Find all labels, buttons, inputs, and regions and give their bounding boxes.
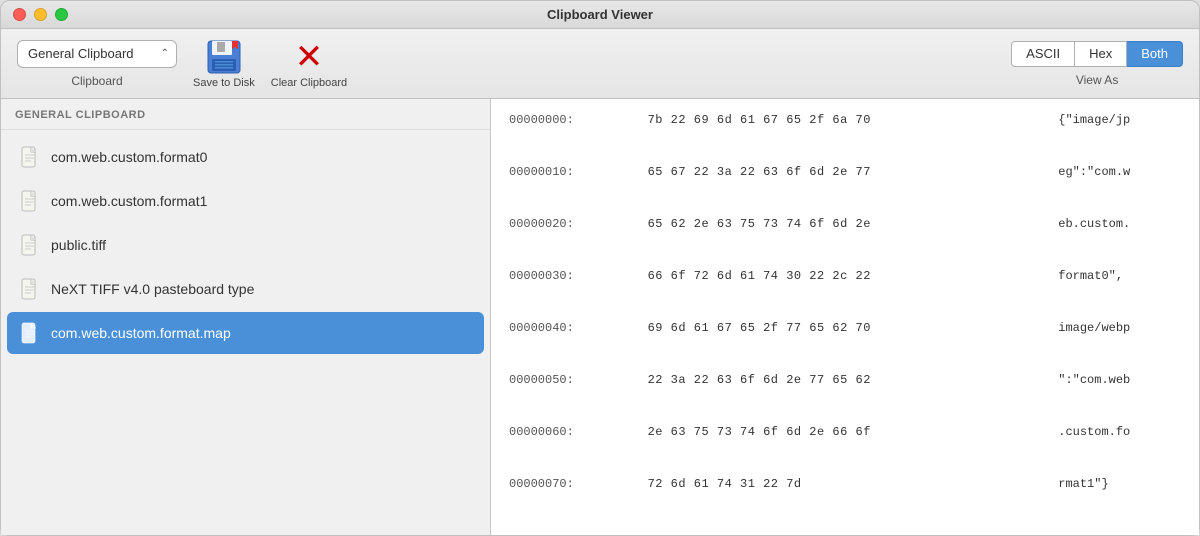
- hex-bytes: 66 6f 72 6d 61 74 30 22 2c 22: [644, 265, 1055, 317]
- file-icon: [21, 146, 39, 168]
- hex-address: 00000030:: [505, 265, 644, 317]
- close-button[interactable]: [13, 8, 26, 21]
- file-icon: [21, 234, 39, 256]
- hex-address: 00000000:: [505, 109, 644, 161]
- sidebar-item-label: NeXT TIFF v4.0 pasteboard type: [51, 281, 254, 297]
- floppy-disk-icon: [206, 39, 242, 75]
- sidebar-item-label: com.web.custom.format0: [51, 149, 207, 165]
- hex-ascii-text: {"image/jp: [1054, 109, 1185, 161]
- hex-ascii-text: ":"com.web: [1054, 369, 1185, 421]
- file-icon: [21, 322, 39, 344]
- hex-bytes: 69 6d 61 67 65 2f 77 65 62 70: [644, 317, 1055, 369]
- main-window: Clipboard Viewer General Clipboard Find …: [0, 0, 1200, 536]
- save-to-disk-label: Save to Disk: [193, 77, 255, 89]
- both-view-button[interactable]: Both: [1127, 41, 1183, 67]
- sidebar: GENERAL CLIPBOARD com.web.custom.format0…: [1, 99, 491, 535]
- minimize-button[interactable]: [34, 8, 47, 21]
- hex-row: 00000070:72 6d 61 74 31 22 7drmat1"}: [505, 473, 1185, 525]
- hex-bytes: 72 6d 61 74 31 22 7d: [644, 473, 1055, 525]
- view-as-label: View As: [1076, 73, 1118, 87]
- hex-bytes: 2e 63 75 73 74 6f 6d 2e 66 6f: [644, 421, 1055, 473]
- hex-ascii-text: .custom.fo: [1054, 421, 1185, 473]
- hex-address: 00000050:: [505, 369, 644, 421]
- clipboard-selector-group: General Clipboard Find Clipboard ⌃ Clipb…: [17, 40, 177, 88]
- sidebar-item-label: com.web.custom.format.map: [51, 325, 231, 341]
- view-as-buttons: ASCII Hex Both: [1011, 41, 1183, 67]
- hex-address: 00000060:: [505, 421, 644, 473]
- hex-bytes: 7b 22 69 6d 61 67 65 2f 6a 70: [644, 109, 1055, 161]
- sidebar-item-item2[interactable]: public.tiff: [7, 224, 484, 266]
- hex-bytes: 22 3a 22 63 6f 6d 2e 77 65 62: [644, 369, 1055, 421]
- hex-row: 00000030:66 6f 72 6d 61 74 30 22 2c 22fo…: [505, 265, 1185, 317]
- clipboard-label: Clipboard: [71, 74, 122, 88]
- hex-ascii-text: format0",: [1054, 265, 1185, 317]
- sidebar-item-label: public.tiff: [51, 237, 106, 253]
- main-content: GENERAL CLIPBOARD com.web.custom.format0…: [1, 99, 1199, 535]
- hex-view: 00000000:7b 22 69 6d 61 67 65 2f 6a 70{"…: [491, 99, 1199, 535]
- hex-ascii-text: eb.custom.: [1054, 213, 1185, 265]
- hex-row: 00000000:7b 22 69 6d 61 67 65 2f 6a 70{"…: [505, 109, 1185, 161]
- hex-ascii-text: eg":"com.w: [1054, 161, 1185, 213]
- hex-bytes: 65 62 2e 63 75 73 74 6f 6d 2e: [644, 213, 1055, 265]
- sidebar-item-item4[interactable]: com.web.custom.format.map: [7, 312, 484, 354]
- sidebar-item-item0[interactable]: com.web.custom.format0: [7, 136, 484, 178]
- hex-row: 00000020:65 62 2e 63 75 73 74 6f 6d 2eeb…: [505, 213, 1185, 265]
- traffic-lights: [13, 8, 68, 21]
- sidebar-header: GENERAL CLIPBOARD: [1, 99, 490, 130]
- clear-clipboard-group: ✕ Clear Clipboard: [271, 39, 347, 89]
- sidebar-items: com.web.custom.format0 com.web.custom.fo…: [1, 130, 490, 535]
- hex-address: 00000040:: [505, 317, 644, 369]
- hex-row: 00000010:65 67 22 3a 22 63 6f 6d 2e 77eg…: [505, 161, 1185, 213]
- hex-view-button[interactable]: Hex: [1075, 41, 1127, 67]
- x-icon: ✕: [291, 39, 327, 75]
- window-title: Clipboard Viewer: [547, 7, 653, 22]
- hex-ascii-text: image/webp: [1054, 317, 1185, 369]
- clipboard-select-wrapper: General Clipboard Find Clipboard ⌃: [17, 40, 177, 68]
- hex-bytes: 65 67 22 3a 22 63 6f 6d 2e 77: [644, 161, 1055, 213]
- hex-table: 00000000:7b 22 69 6d 61 67 65 2f 6a 70{"…: [505, 109, 1185, 525]
- save-to-disk-button[interactable]: [206, 39, 242, 75]
- toolbar: General Clipboard Find Clipboard ⌃ Clipb…: [1, 29, 1199, 99]
- hex-ascii-text: rmat1"}: [1054, 473, 1185, 525]
- file-icon: [21, 278, 39, 300]
- titlebar: Clipboard Viewer: [1, 1, 1199, 29]
- hex-row: 00000050:22 3a 22 63 6f 6d 2e 77 65 62":…: [505, 369, 1185, 421]
- sidebar-item-label: com.web.custom.format1: [51, 193, 207, 209]
- clear-clipboard-label: Clear Clipboard: [271, 77, 347, 89]
- maximize-button[interactable]: [55, 8, 68, 21]
- hex-address: 00000010:: [505, 161, 644, 213]
- hex-address: 00000070:: [505, 473, 644, 525]
- hex-row: 00000060:2e 63 75 73 74 6f 6d 2e 66 6f.c…: [505, 421, 1185, 473]
- ascii-view-button[interactable]: ASCII: [1011, 41, 1075, 67]
- sidebar-item-item3[interactable]: NeXT TIFF v4.0 pasteboard type: [7, 268, 484, 310]
- content-area: 00000000:7b 22 69 6d 61 67 65 2f 6a 70{"…: [491, 99, 1199, 535]
- hex-address: 00000020:: [505, 213, 644, 265]
- hex-row: 00000040:69 6d 61 67 65 2f 77 65 62 70im…: [505, 317, 1185, 369]
- view-as-section: ASCII Hex Both View As: [1011, 41, 1183, 87]
- clipboard-select[interactable]: General Clipboard Find Clipboard: [17, 40, 177, 68]
- save-disk-group: Save to Disk: [193, 39, 255, 89]
- clear-clipboard-button[interactable]: ✕: [291, 39, 327, 75]
- file-icon: [21, 190, 39, 212]
- sidebar-item-item1[interactable]: com.web.custom.format1: [7, 180, 484, 222]
